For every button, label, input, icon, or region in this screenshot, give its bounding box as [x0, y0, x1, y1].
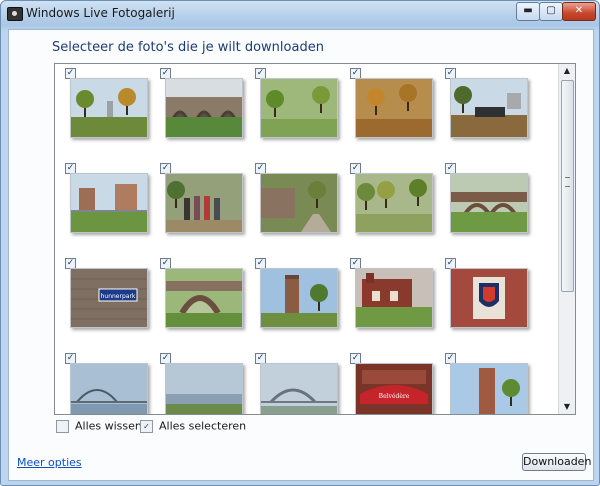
photo-thumbnail[interactable] — [70, 173, 148, 233]
window-title: Windows Live Fotogalerij — [26, 6, 175, 20]
close-button[interactable]: ✕ — [562, 2, 596, 21]
photo-item[interactable]: ✓ — [58, 64, 148, 142]
photo-thumbnail[interactable] — [165, 78, 243, 138]
photo-thumbnail[interactable] — [260, 363, 338, 414]
photo-item[interactable]: ✓ — [248, 349, 338, 414]
clear-all-button[interactable]: Alles wissen — [56, 419, 142, 433]
app-window: Windows Live Fotogalerij ▬ ▢ ✕ Selecteer… — [0, 0, 600, 486]
photo-thumbnail[interactable]: Belvédère — [355, 363, 433, 414]
photo-item[interactable]: ✓ — [153, 349, 243, 414]
photo-thumbnail[interactable] — [70, 363, 148, 414]
photo-thumbnail[interactable] — [260, 78, 338, 138]
photo-item[interactable]: ✓ — [438, 159, 528, 237]
photo-item[interactable]: ✓ — [438, 349, 528, 414]
photo-thumbnail[interactable] — [165, 173, 243, 233]
clear-all-label: Alles wissen — [75, 419, 142, 433]
photo-thumbnail[interactable] — [450, 268, 528, 328]
scrollbar-thumb[interactable] — [561, 80, 574, 292]
page-title: Selecteer de foto's die je wilt download… — [52, 40, 324, 55]
clear-all-icon — [56, 419, 69, 433]
select-all-icon: ✓ — [140, 419, 153, 433]
photo-grid[interactable]: ✓ ✓ ✓ ✓ ✓ ✓ ✓ ✓ ✓ ✓ ✓ hunnerpark ✓ ✓ ✓ ✓ ✓ ✓ ✓ ✓ Belvédère ✓ … — [54, 63, 576, 415]
photo-item[interactable]: ✓ — [153, 159, 243, 237]
photo-thumbnail[interactable] — [165, 268, 243, 328]
photo-item[interactable]: ✓ — [343, 159, 433, 237]
photo-item[interactable]: ✓ — [153, 254, 243, 332]
scroll-down-arrow-icon[interactable]: ▼ — [559, 400, 575, 414]
photo-thumbnail[interactable] — [355, 78, 433, 138]
photo-item[interactable]: ✓ — [153, 64, 243, 142]
photo-item[interactable]: ✓ Belvédère — [343, 349, 433, 414]
photo-thumbnail[interactable] — [450, 173, 528, 233]
more-options-link[interactable]: Meer opties — [17, 456, 82, 469]
photo-thumbnail[interactable] — [355, 268, 433, 328]
photo-item[interactable]: ✓ — [248, 64, 338, 142]
camera-icon — [7, 7, 23, 21]
select-all-label: Alles selecteren — [159, 419, 247, 433]
photo-thumbnail[interactable] — [355, 173, 433, 233]
photo-thumbnail[interactable] — [260, 173, 338, 233]
photo-item[interactable]: ✓ hunnerpark — [58, 254, 148, 332]
photo-thumbnail[interactable] — [260, 268, 338, 328]
download-button[interactable]: Downloaden — [522, 453, 591, 471]
svg-text:hunnerpark: hunnerpark — [101, 293, 136, 300]
photo-thumbnail[interactable] — [450, 363, 528, 414]
grip-icon — [565, 177, 570, 187]
photo-item[interactable]: ✓ — [343, 64, 433, 142]
scroll-up-arrow-icon[interactable]: ▲ — [559, 64, 575, 78]
vertical-scrollbar[interactable]: ▲ ▼ — [558, 64, 575, 414]
photo-thumbnail[interactable]: hunnerpark — [70, 268, 148, 328]
dialog-body: Selecteer de foto's die je wilt download… — [8, 29, 594, 481]
photo-thumbnail[interactable] — [450, 78, 528, 138]
photo-item[interactable]: ✓ — [58, 159, 148, 237]
svg-text:Belvédère: Belvédère — [379, 393, 410, 400]
photo-item[interactable]: ✓ — [438, 254, 528, 332]
photo-thumbnail[interactable] — [165, 363, 243, 414]
photo-item[interactable]: ✓ — [248, 254, 338, 332]
photo-item[interactable]: ✓ — [343, 254, 433, 332]
photo-item[interactable]: ✓ — [438, 64, 528, 142]
select-all-button[interactable]: ✓ Alles selecteren — [140, 419, 246, 433]
photo-item[interactable]: ✓ — [58, 349, 148, 414]
photo-thumbnail[interactable] — [70, 78, 148, 138]
title-bar[interactable]: Windows Live Fotogalerij ▬ ▢ ✕ — [1, 1, 599, 29]
maximize-button[interactable]: ▢ — [539, 2, 563, 21]
minimize-button[interactable]: ▬ — [516, 2, 540, 21]
photo-item[interactable]: ✓ — [248, 159, 338, 237]
